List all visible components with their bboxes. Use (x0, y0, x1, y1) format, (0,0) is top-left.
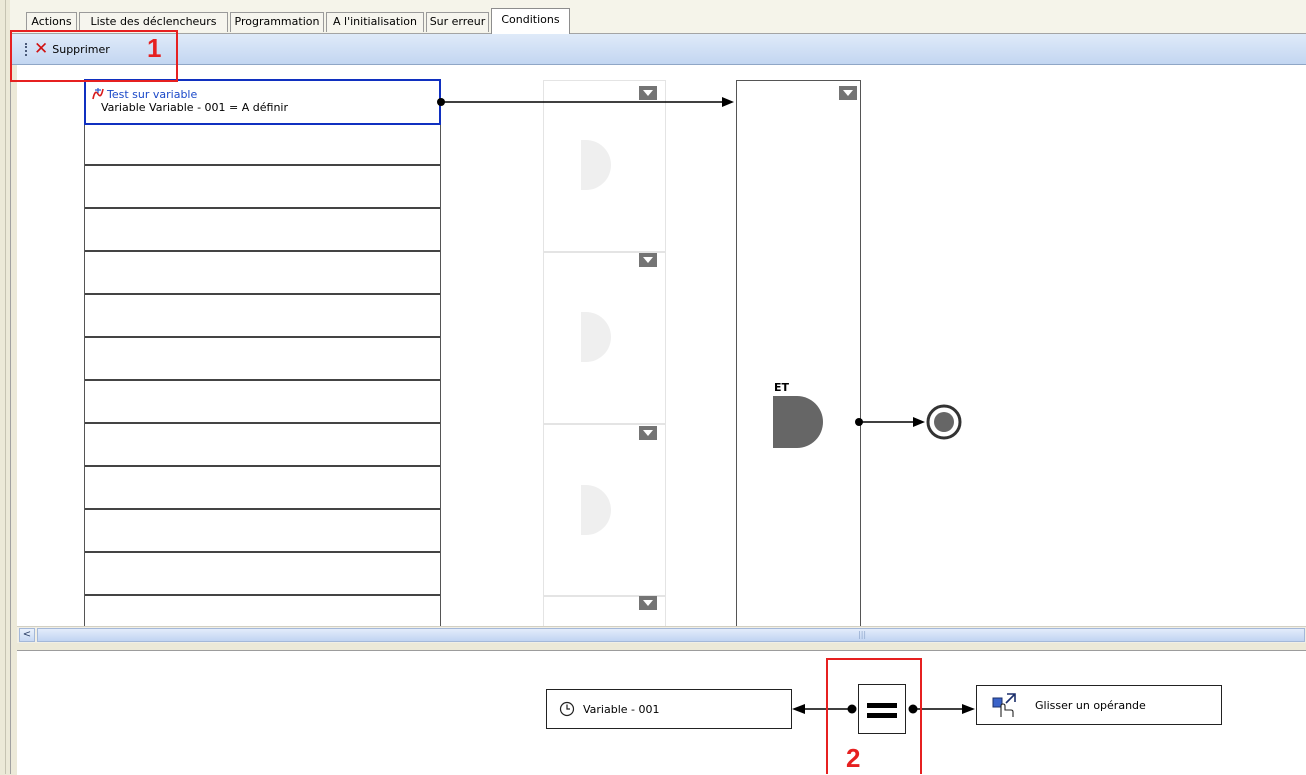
tab-conditions[interactable]: Conditions (491, 8, 570, 34)
clock-icon (559, 701, 575, 717)
right-operand-dropzone[interactable]: Glisser un opérande (976, 685, 1222, 725)
scroll-left-button[interactable]: < (19, 628, 35, 642)
scroll-thumb[interactable] (37, 628, 1305, 642)
drag-hand-icon (992, 693, 1016, 717)
horizontal-scrollbar[interactable]: < (17, 626, 1306, 643)
connector-lines (437, 97, 962, 440)
conditions-canvas[interactable]: Test sur variable Variable Variable - 00… (17, 65, 1306, 626)
tab-initialization[interactable]: A l'initialisation (326, 12, 424, 32)
tab-programming[interactable]: Programmation (230, 12, 324, 32)
right-operand-label: Glisser un opérande (1035, 698, 1146, 712)
left-operand-label: Variable - 001 (583, 702, 660, 716)
left-operand-box[interactable]: Variable - 001 (546, 689, 792, 729)
annotation-box-2 (826, 658, 922, 774)
annotation-number-2: 2 (846, 743, 861, 773)
window-left-frame (0, 0, 11, 774)
annotation-number-1: 1 (147, 33, 162, 63)
tab-actions[interactable]: Actions (26, 12, 77, 32)
tab-on-error[interactable]: Sur erreur (426, 12, 489, 32)
tab-bar: Actions Liste des déclencheurs Programma… (10, 0, 1306, 34)
tab-triggers[interactable]: Liste des déclencheurs (79, 12, 228, 32)
toolbar: ✕ Supprimer (10, 34, 1306, 65)
